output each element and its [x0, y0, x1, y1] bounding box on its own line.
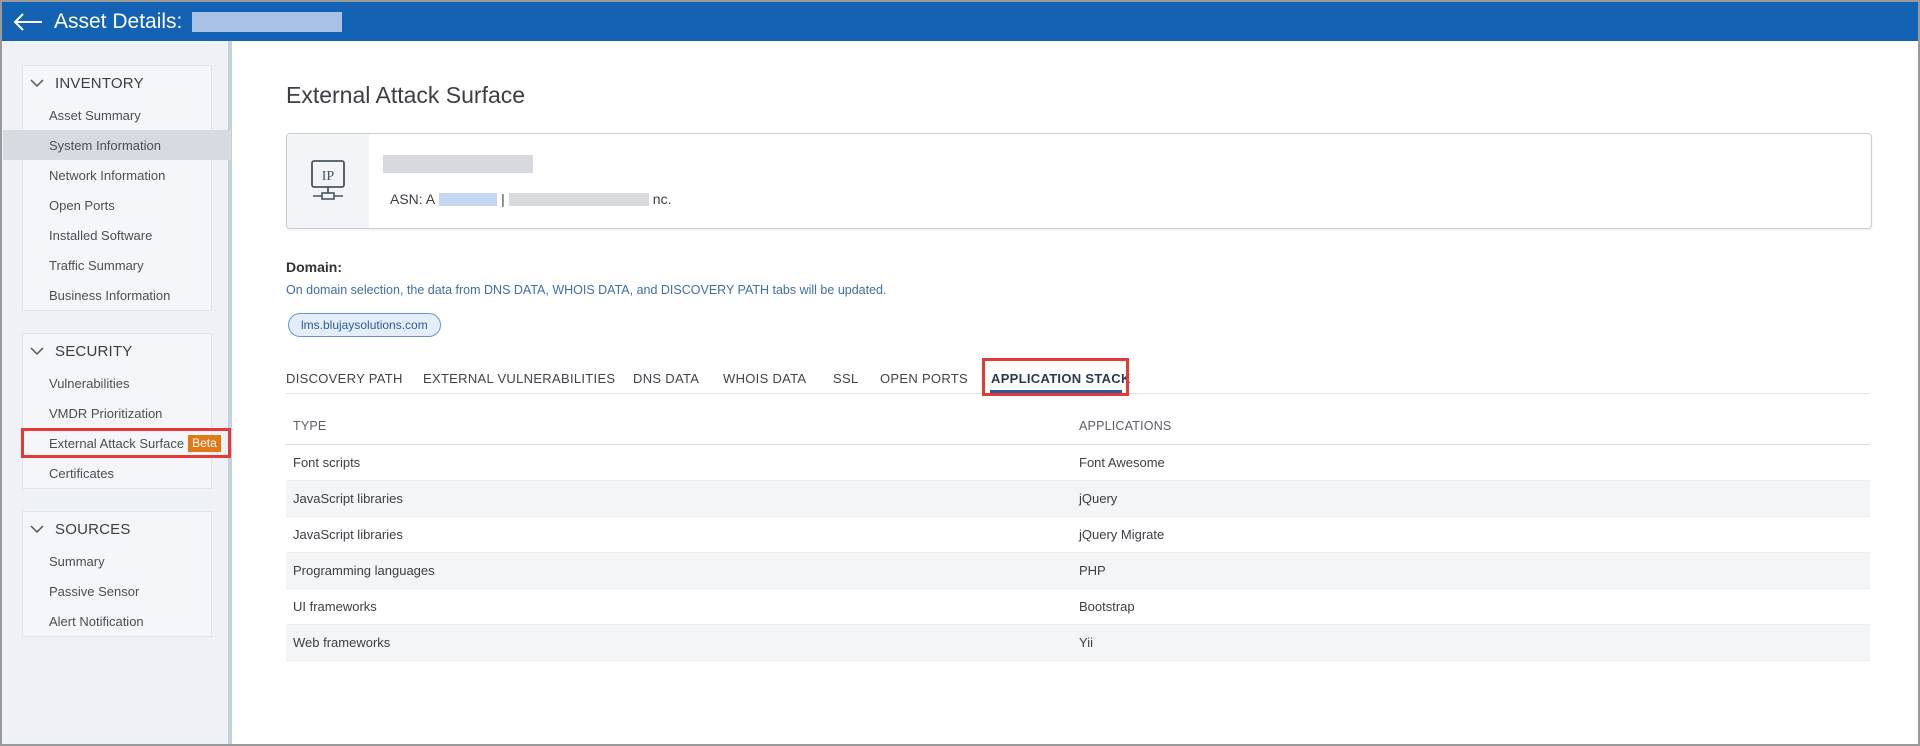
main-content: External Attack Surface IP ASN: A | nc. [232, 41, 1918, 744]
chevron-down-icon [29, 521, 45, 537]
redacted-ip-address [383, 155, 533, 173]
sources-section-header[interactable]: SOURCES [23, 512, 211, 546]
page-header-title: Asset Details: [54, 9, 183, 33]
inventory-section-header[interactable]: INVENTORY [23, 66, 211, 100]
column-header-applications: APPLICATIONS [1079, 418, 1172, 433]
top-bar: Asset Details: [2, 2, 1918, 41]
table-row: JavaScript libraries jQuery Migrate [286, 517, 1870, 553]
cell-type: JavaScript libraries [293, 491, 403, 506]
cell-type: UI frameworks [293, 599, 377, 614]
sidebar-item-external-attack-surface[interactable]: External Attack Surface Beta [21, 428, 231, 458]
sidebar-item-asset-summary[interactable]: Asset Summary [23, 100, 211, 130]
asn-prefix: ASN: A [390, 191, 436, 207]
asn-suffix: nc. [652, 191, 672, 207]
table-row: Font scripts Font Awesome [286, 445, 1870, 481]
table-row: JavaScript libraries jQuery [286, 481, 1870, 517]
sources-panel: SOURCES Summary Passive Sensor Alert Not… [22, 511, 212, 637]
cell-application: jQuery [1079, 491, 1118, 506]
tab-ssl[interactable]: SSL [833, 371, 858, 386]
inventory-panel: INVENTORY Asset Summary System Informati… [3, 65, 231, 311]
asn-separator: | [501, 191, 505, 207]
cell-application: Font Awesome [1079, 455, 1165, 470]
cell-type: Programming languages [293, 563, 435, 578]
back-arrow-icon[interactable] [12, 10, 46, 34]
beta-badge: Beta [188, 434, 221, 452]
sidebar-item-installed-software[interactable]: Installed Software [23, 220, 211, 250]
sidebar: INVENTORY Asset Summary System Informati… [2, 41, 232, 744]
tab-whois-data[interactable]: WHOIS DATA [723, 371, 806, 386]
table-row: Programming languages PHP [286, 553, 1870, 589]
app-window: Asset Details: INVENTORY Asset Summary S… [0, 0, 1920, 746]
page-title: External Attack Surface [286, 82, 526, 108]
cell-application: PHP [1079, 563, 1106, 578]
cell-application: Yii [1079, 635, 1093, 650]
asset-card: IP ASN: A | nc. [286, 133, 1872, 229]
sources-section-title: SOURCES [55, 520, 131, 538]
tab-open-ports[interactable]: OPEN PORTS [880, 371, 968, 386]
redacted-asn [439, 192, 498, 206]
domain-note: On domain selection, the data from DNS D… [286, 283, 887, 297]
tab-discovery-path[interactable]: DISCOVERY PATH [286, 371, 403, 386]
sidebar-item-certificates[interactable]: Certificates [23, 458, 211, 488]
domain-chip[interactable]: lms.blujaysolutions.com [288, 313, 441, 337]
table-header: TYPE APPLICATIONS [286, 407, 1870, 445]
cell-application: Bootstrap [1079, 599, 1135, 614]
column-header-type: TYPE [293, 418, 327, 433]
sidebar-item-passive-sensor[interactable]: Passive Sensor [23, 576, 211, 606]
cell-type: JavaScript libraries [293, 527, 403, 542]
tab-external-vulnerabilities[interactable]: EXTERNAL VULNERABILITIES [423, 371, 615, 386]
sidebar-item-network-information[interactable]: Network Information [23, 160, 211, 190]
security-section-title: SECURITY [55, 342, 133, 360]
ip-icon: IP [287, 134, 369, 228]
sidebar-item-summary[interactable]: Summary [23, 546, 211, 576]
sidebar-item-open-ports[interactable]: Open Ports [23, 190, 211, 220]
sidebar-item-system-information[interactable]: System Information [3, 130, 231, 160]
chevron-down-icon [29, 343, 45, 359]
ip-icon-label: IP [322, 169, 335, 184]
tab-highlight-box [982, 358, 1129, 396]
tab-bar: DISCOVERY PATH EXTERNAL VULNERABILITIES … [286, 358, 1870, 396]
sidebar-item-vmdr-prioritization[interactable]: VMDR Prioritization [23, 398, 211, 428]
security-panel: SECURITY Vulnerabilities VMDR Prioritiza… [21, 333, 231, 489]
tab-dns-data[interactable]: DNS DATA [633, 371, 699, 386]
redacted-org [508, 192, 649, 206]
sidebar-item-label: External Attack Surface [49, 435, 185, 451]
chevron-down-icon [29, 75, 45, 91]
security-section-header[interactable]: SECURITY [23, 334, 211, 368]
sidebar-item-vulnerabilities[interactable]: Vulnerabilities [23, 368, 211, 398]
table-row: UI frameworks Bootstrap [286, 589, 1870, 625]
cell-type: Web frameworks [293, 635, 391, 650]
table-row: Web frameworks Yii [286, 625, 1870, 661]
cell-type: Font scripts [293, 455, 361, 470]
sidebar-item-alert-notification[interactable]: Alert Notification [23, 606, 211, 636]
sidebar-item-business-information[interactable]: Business Information [23, 280, 211, 310]
inventory-section-title: INVENTORY [55, 74, 144, 92]
application-stack-table: TYPE APPLICATIONS Font scripts Font Awes… [286, 407, 1870, 661]
cell-application: jQuery Migrate [1079, 527, 1165, 542]
domain-label: Domain: [286, 259, 342, 275]
sidebar-item-traffic-summary[interactable]: Traffic Summary [23, 250, 211, 280]
asn-info: ASN: A | nc. [390, 191, 671, 207]
redacted-asset-name [192, 11, 343, 32]
